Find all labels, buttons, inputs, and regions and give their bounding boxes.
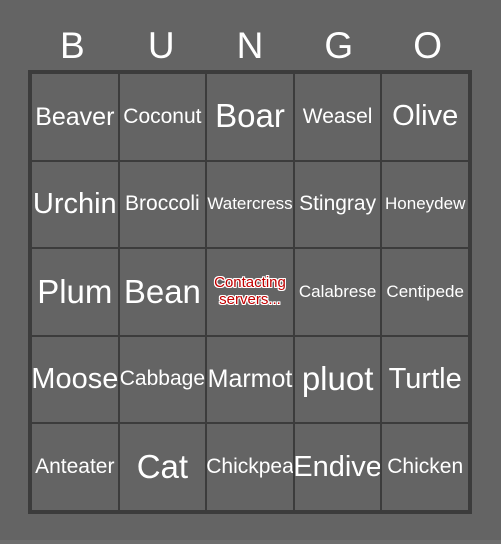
bingo-cell-label: Stingray	[299, 192, 377, 216]
bingo-grid: Beaver Coconut Boar Weasel Olive Urchin Brocco…	[28, 70, 472, 514]
bingo-header-row: B U N G O	[28, 24, 472, 68]
bingo-cell[interactable]: Chickpea	[206, 423, 294, 511]
bingo-cell[interactable]: Broccoli	[118, 160, 207, 249]
bingo-cell[interactable]: Watercress	[206, 160, 294, 249]
bingo-cell-label: Coconut	[123, 104, 202, 128]
header-letter-b: B	[60, 25, 85, 66]
bingo-cell-label: Boar	[215, 97, 285, 135]
bingo-cell-label: pluot	[301, 360, 374, 398]
bingo-cell-label: Calabrese	[298, 281, 377, 301]
bingo-cell-status-label: Contacting servers...	[214, 274, 286, 308]
bingo-cell-label: Weasel	[302, 104, 373, 128]
bingo-cell-label: Honeydew	[385, 194, 466, 214]
bingo-cell[interactable]: Coconut	[118, 73, 207, 161]
bingo-cell[interactable]: Cabbage	[118, 335, 207, 424]
bingo-cell-label: Moose	[31, 363, 119, 396]
bingo-cell[interactable]: Centipede	[381, 248, 469, 336]
bingo-cell-label: Chicken	[387, 455, 464, 479]
bingo-cell-label: Plum	[37, 272, 113, 310]
bingo-cell-label: Turtle	[388, 363, 462, 396]
bingo-cell-label: Bean	[123, 272, 201, 310]
bingo-cell[interactable]: Anteater	[31, 423, 119, 511]
bingo-cell[interactable]: Weasel	[293, 73, 382, 161]
bingo-cell[interactable]: Honeydew	[381, 160, 469, 249]
bingo-cell[interactable]: Plum	[31, 248, 119, 336]
bingo-cell[interactable]: Chicken	[381, 423, 469, 511]
bingo-cell[interactable]: Cat	[118, 423, 207, 511]
bingo-cell-label: Chickpea	[206, 455, 294, 479]
bingo-card: B U N G O Beaver Coconut Boar Weasel Olive Ur…	[0, 0, 501, 544]
bingo-cell-status[interactable]: Contacting servers...	[206, 248, 294, 336]
bingo-cell[interactable]: Olive	[381, 73, 469, 161]
bingo-cell-label: Broccoli	[125, 192, 200, 216]
bingo-cell[interactable]: pluot	[293, 335, 382, 424]
bingo-cell[interactable]: Beaver	[31, 73, 119, 161]
bingo-cell-label: Beaver	[35, 102, 115, 131]
bingo-cell[interactable]: Calabrese	[293, 248, 382, 336]
bingo-cell-label: Anteater	[35, 455, 115, 479]
bingo-cell-label: Cabbage	[119, 367, 206, 391]
bingo-cell-label: Marmot	[207, 365, 293, 394]
bingo-cell-label: Urchin	[32, 188, 117, 221]
bingo-cell[interactable]: Bean	[118, 248, 207, 336]
header-letter-g: G	[324, 25, 354, 66]
bingo-cell[interactable]: Turtle	[381, 335, 469, 424]
bottom-strip	[0, 540, 501, 544]
header-letter-u: U	[147, 25, 175, 66]
bingo-cell[interactable]: Marmot	[206, 335, 294, 424]
bingo-cell-label: Cat	[136, 447, 189, 485]
bingo-cell[interactable]: Stingray	[293, 160, 382, 249]
header-letter-o: O	[413, 25, 442, 66]
bingo-cell[interactable]: Endive	[293, 423, 382, 511]
bingo-cell[interactable]: Urchin	[31, 160, 119, 249]
bingo-cell[interactable]: Moose	[31, 335, 119, 424]
header-letter-n: N	[236, 25, 264, 66]
bingo-cell-label: Centipede	[386, 281, 464, 301]
bingo-cell[interactable]: Boar	[206, 73, 294, 161]
bingo-cell-label: Olive	[392, 100, 459, 133]
bingo-cell-label: Watercress	[207, 194, 293, 214]
bingo-cell-label: Endive	[293, 450, 382, 483]
